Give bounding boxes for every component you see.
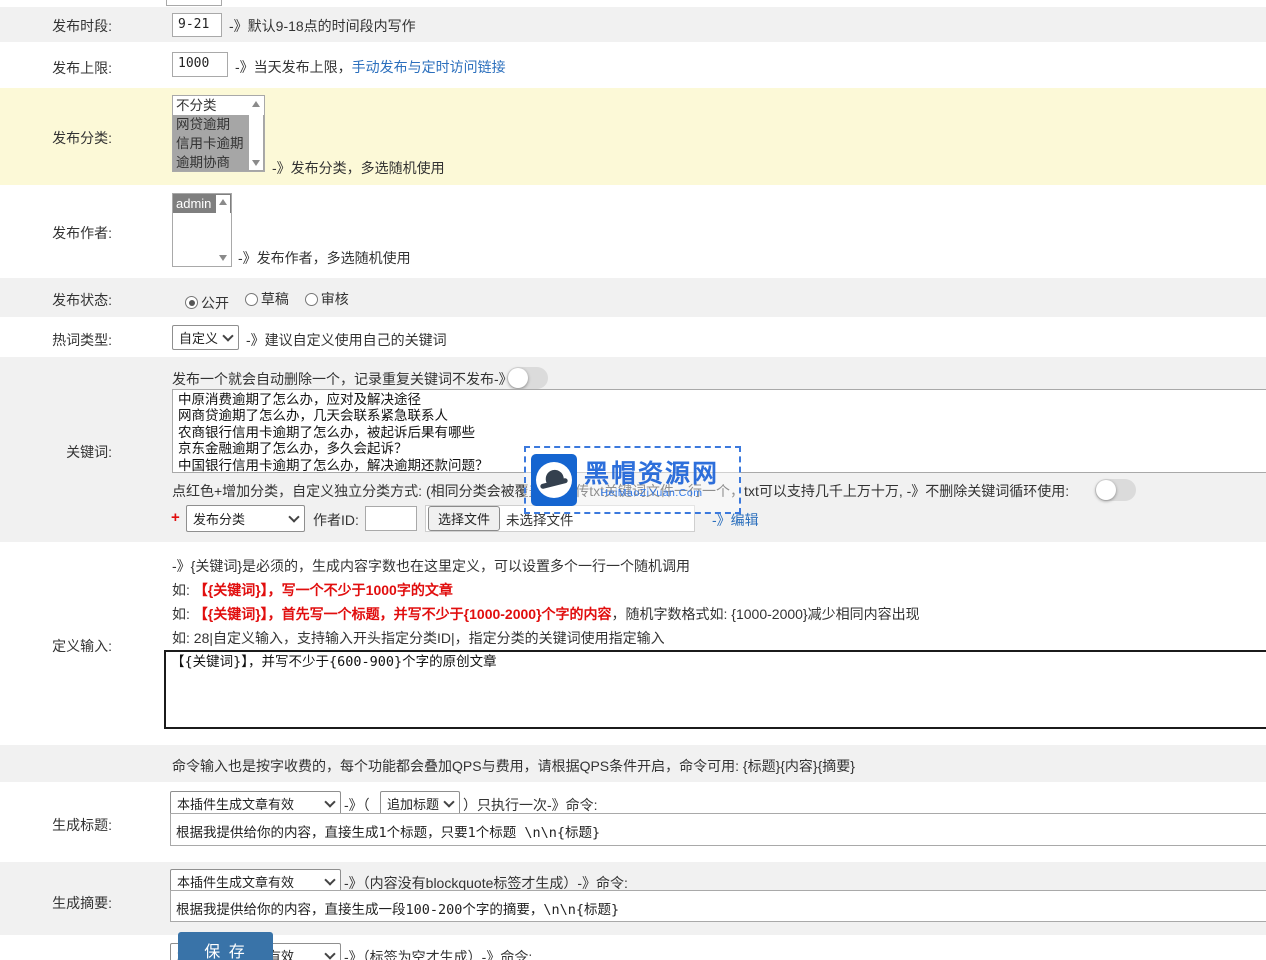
radio-draft[interactable]: 草稿 [245,289,289,309]
listbox-scrollbar[interactable] [216,195,230,265]
gen-title-sep2: ）只执行一次-》命令: [463,795,598,815]
custom-input-example2: 如: 【{关键词}】，首先写一个标题，并写不少于{1000-2000}个字的内容… [172,604,920,624]
gen-title-label: 生成标题: [0,815,112,835]
publish-limit-label: 发布上限: [0,58,112,78]
chevron-down-icon [222,330,233,341]
save-button[interactable]: 保 存 [178,932,273,960]
hotword-type-label: 热词类型: [0,330,112,350]
custom-input-note: -》{关键词}是必须的，生成内容字数也在这里定义，可以设置多个一行一个随机调用 [172,556,690,576]
hotword-type-select[interactable]: 自定义 [172,325,239,350]
watermark-logo-icon [531,454,577,506]
keep-keywords-toggle[interactable] [1095,479,1136,501]
publish-category-label: 发布分类: [0,128,112,148]
chevron-down-icon [324,948,335,959]
publish-status-radios: 公开 草稿 审核 [185,289,361,313]
custom-input-textarea[interactable]: 【{关键词}】，并写不少于{600-900}个字的原创文章 [164,650,1266,729]
command-note: 命令输入也是按字收费的，每个功能都会叠加QPS与费用，请根据QPS条件开启，命令… [172,756,855,776]
chevron-down-icon [443,796,454,807]
autodelete-toggle[interactable] [507,367,548,389]
publish-limit-caption: -》当天发布上限，手动发布与定时访问链接 [235,57,506,77]
watermark-domain: HeiMaoZiYuan.Com [584,487,719,499]
radio-selected-icon [185,296,198,309]
scroll-down-icon[interactable] [252,160,260,166]
publish-limit-caption-text: -》当天发布上限， [235,59,352,75]
manual-publish-link[interactable]: 手动发布与定时访问链接 [352,59,506,75]
publish-author-listbox[interactable]: admin [172,193,232,267]
scroll-up-icon[interactable] [219,199,227,205]
publish-status-label: 发布状态: [0,290,112,310]
example1-red-text: 【{关键词}】，写一个不少于1000字的文章 [194,582,453,598]
chevron-down-icon [324,874,335,885]
listbox-scrollbar[interactable] [249,97,263,170]
publish-category-listbox[interactable]: 不分类 网贷逾期 信用卡逾期 逾期协商 [172,95,265,172]
watermark-text: 黑帽资源网 HeiMaoZiYuan.Com [584,461,719,499]
publish-time-input[interactable]: 9-21 [172,13,222,37]
author-id-label: 作者ID: [313,510,359,530]
hat-icon [536,462,572,498]
custom-input-example1: 如: 【{关键词}】，写一个不少于1000字的文章 [172,580,453,600]
scroll-down-icon[interactable] [219,255,227,261]
radio-icon [305,293,318,306]
gen-title-mode-select[interactable]: 追加标题 [380,791,460,815]
gen-summary-command-input[interactable]: 根据我提供给你的内容，直接生成一段100-200个字的摘要，\n\n{标题} [170,890,1266,922]
example2-rest-text: ，随机字数格式如: {1000-2000}减少相同内容出现 [612,606,920,622]
gen-title-command-input[interactable]: 根据我提供给你的内容，直接生成1个标题，只要1个标题 \n\n{标题} [170,813,1266,846]
chevron-down-icon [324,796,335,807]
publish-limit-input[interactable]: 1000 [172,52,228,77]
hotword-type-caption: -》建议自定义使用自己的关键词 [246,330,447,350]
toggle-knob [1096,480,1116,500]
radio-review[interactable]: 审核 [305,289,349,309]
keywords-autodelete-note: 发布一个就会自动删除一个，记录重复关键词不发布-》 [172,369,513,389]
gen-summary-label: 生成摘要: [0,893,112,913]
publish-author-caption: -》发布作者，多选随机使用 [238,248,411,268]
plugin-settings-page: 发布时段: 9-21 -》默认9-18点的时间段内写作 发布上限: 1000 -… [0,0,1266,960]
gen-title-scope-select[interactable]: 本插件生成文章有效 [170,791,341,815]
radio-icon [245,293,258,306]
example2-red-text: 【{关键词}】，首先写一个标题，并写不少于{1000-2000}个字的内容 [194,606,612,622]
publish-author-label: 发布作者: [0,223,112,243]
custom-input-example3: 如: 28|自定义输入，支持输入开头指定分类ID|，指定分类的关键词使用指定输入 [172,628,665,648]
watermark: 黑帽资源网 HeiMaoZiYuan.Com [524,446,741,514]
toggle-knob [508,368,528,388]
gen-title-sep1: -》（ [344,795,370,815]
cutoff-input-top[interactable] [166,0,222,6]
radio-public[interactable]: 公开 [185,293,229,313]
keyword-category-select[interactable]: 发布分类 [186,505,305,532]
watermark-title: 黑帽资源网 [584,461,719,487]
chevron-down-icon [288,511,299,522]
author-id-input[interactable] [365,506,417,531]
scroll-up-icon[interactable] [252,101,260,107]
add-category-button[interactable]: + [171,509,180,526]
gen-content-sep: -》（标签为空才生成）-》命令: [344,947,532,960]
custom-input-label: 定义输入: [0,636,112,656]
publish-category-caption: -》发布分类，多选随机使用 [272,158,445,178]
publish-time-label: 发布时段: [0,16,112,36]
choose-file-button[interactable]: 选择文件 [428,506,500,531]
publish-time-caption: -》默认9-18点的时间段内写作 [229,16,416,36]
keywords-label: 关键词: [0,442,112,462]
